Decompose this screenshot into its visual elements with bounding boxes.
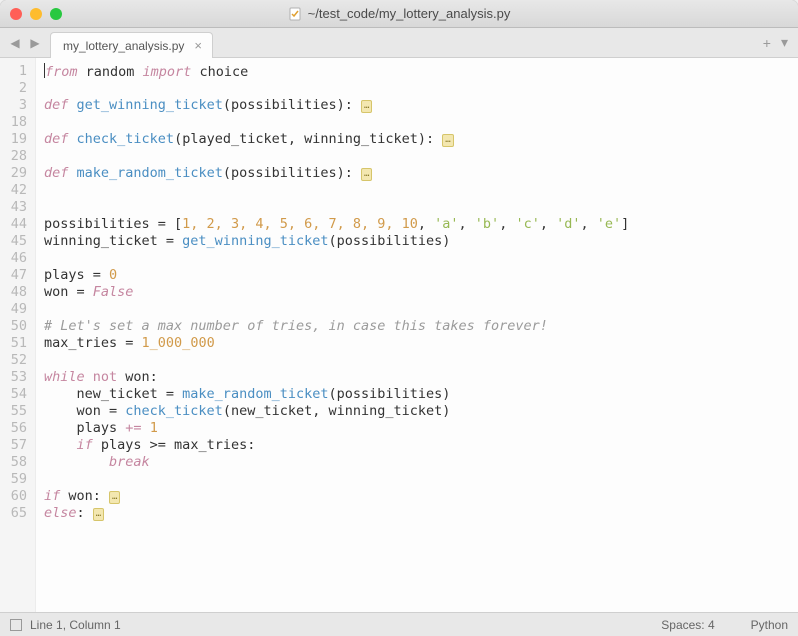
code-line (44, 148, 798, 165)
tabs: my_lottery_analysis.py × (50, 28, 753, 57)
code-area[interactable]: from random import choice def get_winnin… (36, 58, 798, 612)
line-number: 52 (4, 352, 27, 369)
line-number: 50 (4, 318, 27, 335)
line-number: 59 (4, 471, 27, 488)
code-line (44, 199, 798, 216)
tab-menu-icon[interactable]: ▾ (781, 34, 788, 51)
code-line: won = False (44, 284, 798, 301)
line-number-gutter: 1 2 3 18 19 28 29 42 43 44 45 46 47 48 4… (0, 58, 36, 612)
line-number: 44 (4, 216, 27, 233)
code-line (44, 471, 798, 488)
nav-forward-button[interactable]: ▶ (26, 34, 44, 52)
file-icon (288, 7, 302, 21)
code-line: def make_random_ticket(possibilities): … (44, 165, 798, 182)
code-line: won = check_ticket(new_ticket, winning_t… (44, 403, 798, 420)
code-line (44, 182, 798, 199)
status-language[interactable]: Python (751, 618, 788, 632)
code-line: else: … (44, 505, 798, 522)
status-cursor-position[interactable]: Line 1, Column 1 (30, 618, 121, 632)
code-line: # Let's set a max number of tries, in ca… (44, 318, 798, 335)
line-number: 19 (4, 131, 27, 148)
status-bar: Line 1, Column 1 Spaces: 4 Python (0, 612, 798, 636)
tab-file[interactable]: my_lottery_analysis.py × (50, 32, 213, 58)
code-line: winning_ticket = get_winning_ticket(poss… (44, 233, 798, 250)
line-number: 48 (4, 284, 27, 301)
line-number: 18 (4, 114, 27, 131)
code-line: if won: … (44, 488, 798, 505)
line-number: 49 (4, 301, 27, 318)
fold-marker[interactable]: … (361, 100, 372, 113)
new-tab-icon[interactable]: + (763, 35, 771, 51)
fold-marker[interactable]: … (361, 168, 372, 181)
window-title-text: ~/test_code/my_lottery_analysis.py (308, 6, 511, 21)
line-number: 54 (4, 386, 27, 403)
fold-marker[interactable]: … (109, 491, 120, 504)
code-line (44, 301, 798, 318)
line-number: 57 (4, 437, 27, 454)
code-line: plays += 1 (44, 420, 798, 437)
line-number: 55 (4, 403, 27, 420)
code-line: possibilities = [1, 2, 3, 4, 5, 6, 7, 8,… (44, 216, 798, 233)
line-number: 46 (4, 250, 27, 267)
code-line: break (44, 454, 798, 471)
tab-label: my_lottery_analysis.py (63, 39, 184, 53)
close-window-button[interactable] (10, 8, 22, 20)
code-line: def get_winning_ticket(possibilities): … (44, 97, 798, 114)
fold-marker[interactable]: … (442, 134, 453, 147)
nav-back-button[interactable]: ◀ (6, 34, 24, 52)
line-number: 42 (4, 182, 27, 199)
tab-close-icon[interactable]: × (194, 38, 202, 53)
code-line (44, 250, 798, 267)
line-number: 60 (4, 488, 27, 505)
line-number: 51 (4, 335, 27, 352)
line-number: 2 (4, 80, 27, 97)
code-line: from random import choice (44, 63, 798, 80)
window-controls (10, 8, 62, 20)
line-number: 58 (4, 454, 27, 471)
minimize-window-button[interactable] (30, 8, 42, 20)
code-line: max_tries = 1_000_000 (44, 335, 798, 352)
code-line: new_ticket = make_random_ticket(possibil… (44, 386, 798, 403)
fold-marker[interactable]: … (93, 508, 104, 521)
title-bar: ~/test_code/my_lottery_analysis.py (0, 0, 798, 28)
tab-bar-actions: + ▾ (753, 28, 798, 57)
panel-icon[interactable] (10, 619, 22, 631)
code-line: def check_ticket(played_ticket, winning_… (44, 131, 798, 148)
line-number: 53 (4, 369, 27, 386)
line-number: 47 (4, 267, 27, 284)
code-line: if plays >= max_tries: (44, 437, 798, 454)
line-number: 3 (4, 97, 27, 114)
code-line (44, 114, 798, 131)
zoom-window-button[interactable] (50, 8, 62, 20)
code-line (44, 80, 798, 97)
line-number: 1 (4, 63, 27, 80)
line-number: 45 (4, 233, 27, 250)
status-indentation[interactable]: Spaces: 4 (661, 618, 714, 632)
code-line: while not won: (44, 369, 798, 386)
code-line (44, 352, 798, 369)
nav-arrows: ◀ ▶ (0, 28, 50, 57)
editor[interactable]: 1 2 3 18 19 28 29 42 43 44 45 46 47 48 4… (0, 58, 798, 612)
line-number: 28 (4, 148, 27, 165)
line-number: 65 (4, 505, 27, 522)
line-number: 56 (4, 420, 27, 437)
line-number: 29 (4, 165, 27, 182)
window-title: ~/test_code/my_lottery_analysis.py (0, 6, 798, 21)
code-line: plays = 0 (44, 267, 798, 284)
tab-bar: ◀ ▶ my_lottery_analysis.py × + ▾ (0, 28, 798, 58)
line-number: 43 (4, 199, 27, 216)
